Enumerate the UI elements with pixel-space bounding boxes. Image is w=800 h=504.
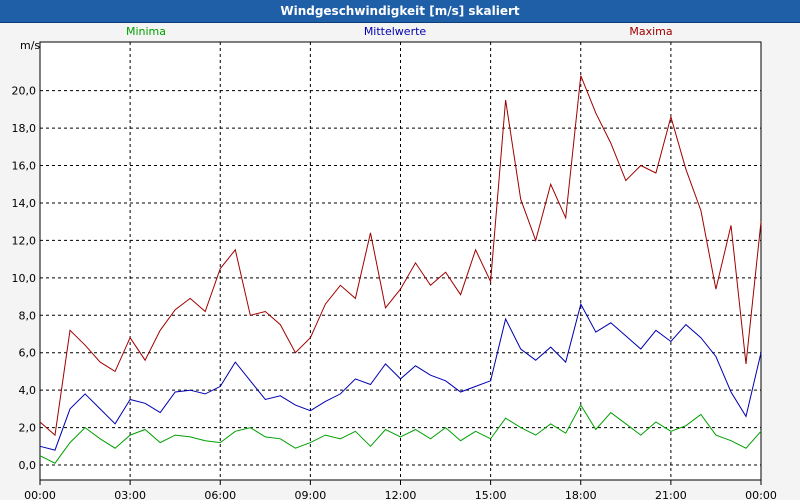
y-axis-unit-label: m/s [20, 39, 40, 52]
legend-entry-minima: Minima [126, 25, 166, 38]
y-tick-label: 10,0 [12, 272, 37, 285]
window-title: Windgeschwindigkeit [m/s] skaliert [280, 4, 520, 18]
y-tick-label: 16,0 [12, 160, 37, 173]
x-tick-time-label: 06:00 [204, 489, 236, 500]
x-tick-time-label: 03:00 [114, 489, 146, 500]
y-axis-ticks: 0,0 2,0 4,0 6,0 8,0 10,0 12,0 14,0 16,0 18,0 20,0 [12, 85, 37, 472]
x-tick-time-label: 21:00 [655, 489, 687, 500]
x-axis-ticks: 00:0003.01.1203:0003.01.1206:0003.01.120… [24, 480, 777, 502]
y-tick-label: 8,0 [19, 309, 37, 322]
y-tick-label: 14,0 [12, 197, 37, 210]
y-tick-label: 18,0 [12, 122, 37, 135]
y-tick-label: 4,0 [19, 384, 37, 397]
x-tick-time-label: 00:00 [745, 489, 777, 500]
x-tick-time-label: 18:00 [565, 489, 597, 500]
chart-area: 0,0 2,0 4,0 6,0 8,0 10,0 12,0 14,0 16,0 18,0 20,0 … [0, 23, 800, 502]
legend-entry-maxima: Maxima [629, 25, 672, 38]
legend-entry-mittelwerte: Mittelwerte [364, 25, 427, 38]
x-tick-time-label: 09:00 [295, 489, 327, 500]
y-tick-label: 0,0 [19, 459, 37, 472]
x-tick-time-label: 00:00 [24, 489, 56, 500]
y-tick-label: 6,0 [19, 347, 37, 360]
title-bar: Windgeschwindigkeit [m/s] skaliert [0, 0, 800, 23]
y-tick-label: 2,0 [19, 422, 37, 435]
y-tick-label: 20,0 [12, 85, 37, 98]
x-tick-time-label: 12:00 [385, 489, 417, 500]
x-tick-time-label: 15:00 [475, 489, 507, 500]
y-tick-label: 12,0 [12, 234, 37, 247]
legend: Minima Mittelwerte Maxima [126, 25, 673, 38]
line-chart: 0,02,04,06,08,010,012,014,016,018,020,0 … [12, 25, 777, 502]
